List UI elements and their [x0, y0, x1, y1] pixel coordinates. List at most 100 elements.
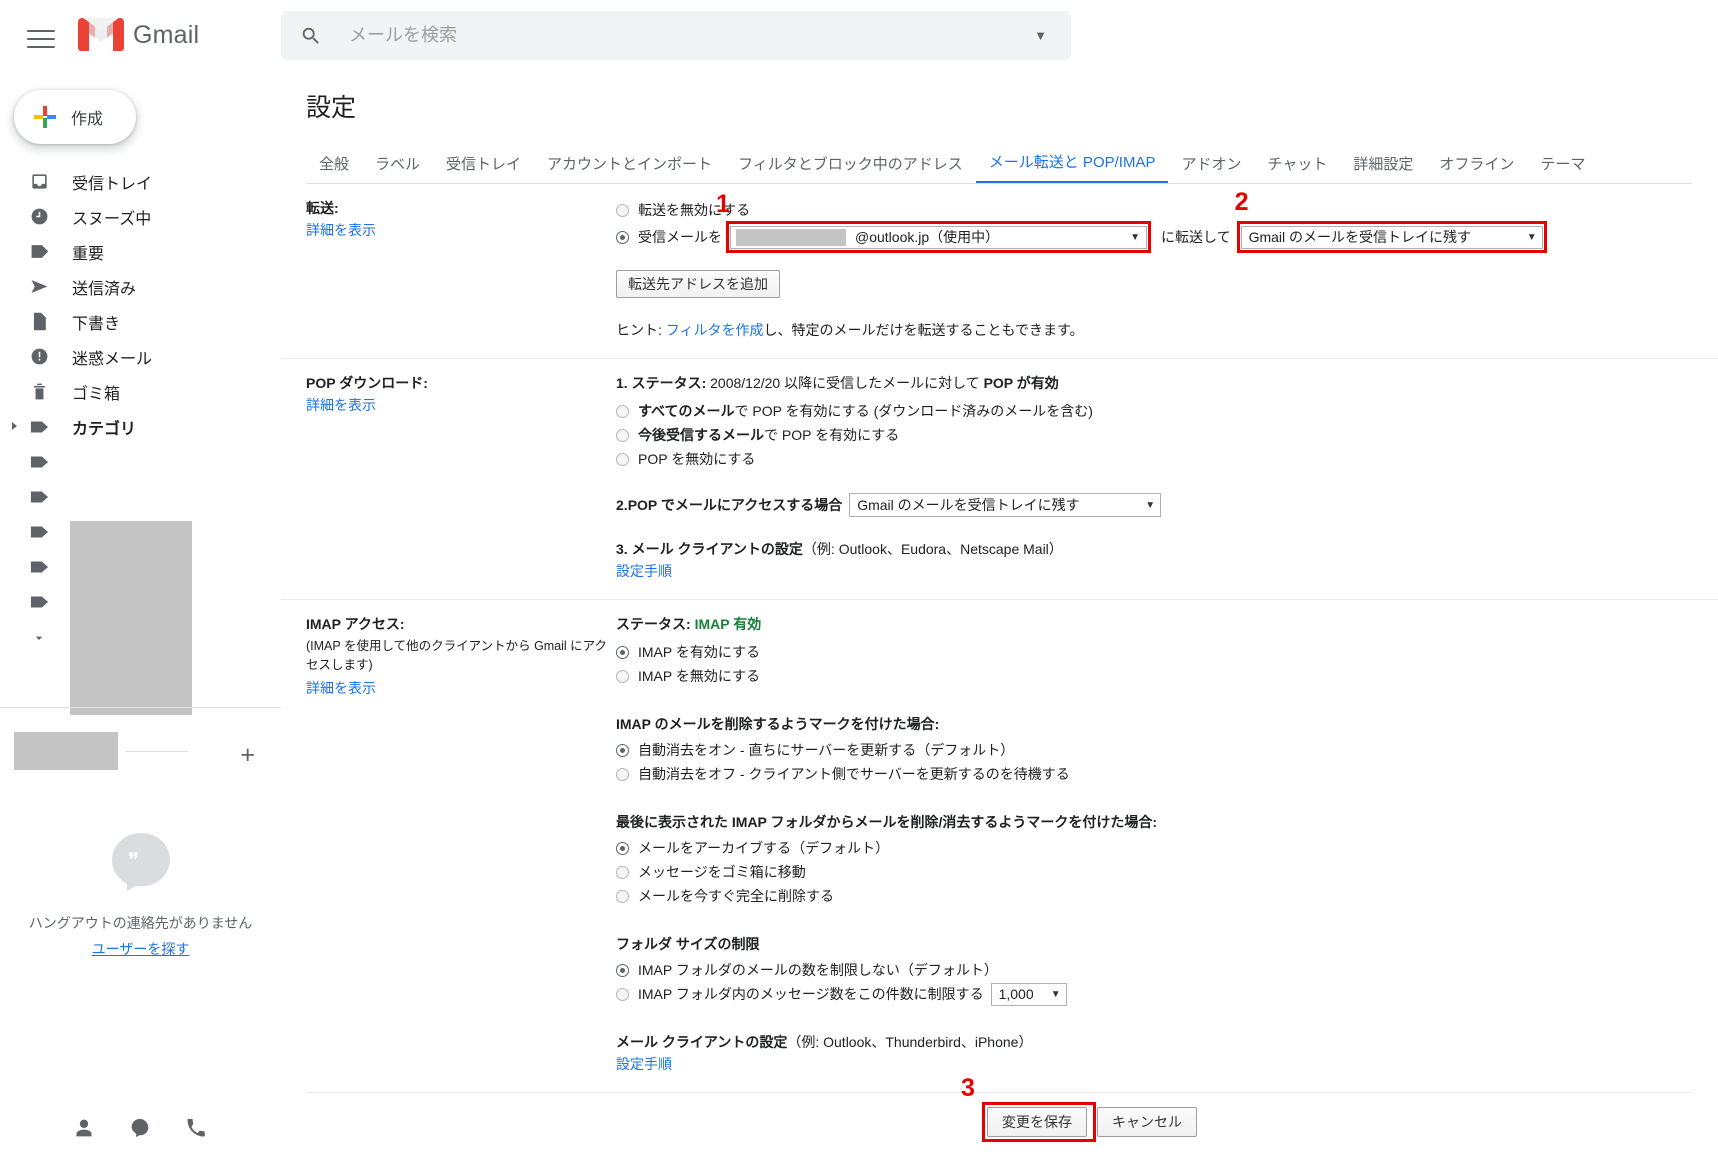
imap-enable-option[interactable]: IMAP を有効にする — [616, 640, 1718, 664]
imap-limit-option[interactable]: IMAP フォルダ内のメッセージ数をこの件数に制限する 1,000 ▼ — [616, 982, 1718, 1006]
radio-delete-immediately[interactable] — [616, 889, 629, 903]
hangouts-icon[interactable] — [130, 1118, 152, 1140]
radio-archive-mail[interactable] — [616, 841, 629, 855]
radio-folder-limit[interactable] — [616, 987, 629, 1001]
imap-section-label: IMAP アクセス: (IMAP を使用して他のクライアントから Gmail に… — [281, 600, 616, 1092]
sidebar-divider — [0, 707, 281, 708]
radio-autoexpunge-on[interactable] — [616, 743, 629, 757]
chevron-down-icon: ▼ — [1145, 499, 1156, 511]
tab-addons[interactable]: アドオン — [1168, 153, 1254, 183]
imap-delete-now-label: メールを今すぐ完全に削除する — [638, 888, 834, 904]
compose-button[interactable]: 作成 — [14, 90, 136, 144]
forwarding-action-select[interactable]: Gmail のメールを受信トレイに残す ▼ — [1240, 225, 1543, 249]
find-users-link[interactable]: ユーザーを探す — [0, 939, 281, 959]
tab-advanced[interactable]: 詳細設定 — [1340, 153, 1426, 183]
sidebar-item-important[interactable]: 重要 — [0, 234, 281, 269]
forwarding-details-link[interactable]: 詳細を表示 — [306, 220, 616, 240]
pop-access-select[interactable]: Gmail のメールを受信トレイに残す ▼ — [849, 493, 1162, 517]
radio-pop-all-mail[interactable] — [616, 404, 629, 418]
plus-icon[interactable]: + — [240, 741, 255, 770]
imap-details-link[interactable]: 詳細を表示 — [306, 678, 616, 698]
radio-imap-enable[interactable] — [616, 645, 629, 659]
tab-themes[interactable]: テーマ — [1527, 153, 1598, 183]
sidebar-item-label-redacted[interactable] — [0, 444, 281, 479]
tab-offline[interactable]: オフライン — [1426, 153, 1527, 183]
clock-icon — [26, 206, 52, 228]
pop-section: POP ダウンロード: 詳細を表示 1. ステータス: 2008/12/20 以… — [281, 358, 1718, 599]
radio-forwarding-enable[interactable] — [616, 230, 629, 244]
sidebar-item-spam[interactable]: 迷惑メール — [0, 339, 281, 374]
search-input[interactable] — [347, 24, 1035, 47]
tab-accounts-import[interactable]: アカウントとインポート — [534, 153, 725, 183]
imap-autoexpunge-on-option[interactable]: 自動消去をオン - 直ちにサーバーを更新する（デフォルト） — [616, 738, 1718, 762]
imap-disable-option[interactable]: IMAP を無効にする — [616, 664, 1718, 688]
imap-trash-option[interactable]: メッセージをゴミ箱に移動 — [616, 860, 1718, 884]
tab-general[interactable]: 全般 — [306, 153, 362, 183]
label-icon — [26, 416, 52, 438]
chevron-down-icon: ▼ — [1130, 231, 1140, 243]
imap-body: ステータス: IMAP 有効 IMAP を有効にする IMAP を無効にする I… — [616, 600, 1718, 1092]
add-forwarding-address-button[interactable]: 転送先アドレスを追加 — [616, 270, 780, 298]
expand-arrow-icon[interactable] — [12, 422, 17, 430]
sidebar-item-snoozed[interactable]: スヌーズ中 — [0, 199, 281, 234]
forwarding-disable-option[interactable]: 転送を無効にする — [616, 198, 1718, 222]
pop-option-disable[interactable]: POP を無効にする — [616, 447, 1718, 471]
hamburger-icon[interactable] — [27, 24, 55, 52]
forwarding-title: 転送: — [306, 200, 339, 216]
sidebar-item-trash[interactable]: ゴミ箱 — [0, 374, 281, 409]
sidebar-item-inbox[interactable]: 受信トレイ — [0, 164, 281, 199]
sidebar-item-categories[interactable]: カテゴリ — [0, 409, 281, 444]
radio-imap-disable[interactable] — [616, 669, 629, 683]
tab-filters-blocked[interactable]: フィルタとブロック中のアドレス — [725, 153, 976, 183]
pop-client-line: 3. メール クライアントの設定（例: Outlook、Eudora、Netsc… — [616, 539, 1718, 581]
radio-forwarding-disable[interactable] — [616, 203, 629, 217]
tab-forwarding-pop-imap[interactable]: メール転送と POP/IMAP — [975, 151, 1169, 183]
gmail-settings-page: Gmail ▼ 作成 — [0, 0, 1718, 1175]
pop-option-future[interactable]: 今後受信するメールで POP を有効にする — [616, 423, 1718, 447]
radio-no-folder-limit[interactable] — [616, 963, 629, 977]
sidebar-item-sent[interactable]: 送信済み — [0, 269, 281, 304]
imap-disable-label: IMAP を無効にする — [638, 668, 761, 684]
forwarding-disable-label: 転送を無効にする — [638, 202, 751, 218]
pop-status-line: 1. ステータス: 2008/12/20 以降に受信したメールに対して POP … — [616, 373, 1718, 393]
cancel-button[interactable]: キャンセル — [1097, 1107, 1197, 1137]
radio-autoexpunge-off[interactable] — [616, 767, 629, 781]
sidebar-item-label-redacted[interactable] — [0, 479, 281, 514]
pop-details-link[interactable]: 詳細を表示 — [306, 395, 616, 415]
hangouts-icon: ❞ — [108, 831, 174, 893]
gmail-logo[interactable]: Gmail — [78, 18, 199, 52]
radio-pop-future-mail[interactable] — [616, 428, 629, 442]
sidebar-item-label: 受信トレイ — [72, 175, 153, 193]
search-icon — [300, 25, 322, 47]
forwarding-address-value: @outlook.jp（使用中） — [855, 229, 1000, 245]
create-filter-link[interactable]: フィルタを作成 — [666, 322, 764, 338]
imap-archive-option[interactable]: メールをアーカイブする（デフォルト） — [616, 836, 1718, 860]
imap-autoexpunge-off-option[interactable]: 自動消去をオフ - クライアント側でサーバーを更新するのを待機する — [616, 762, 1718, 786]
imap-delete-now-option[interactable]: メールを今すぐ完全に削除する — [616, 884, 1718, 908]
chevron-down-icon[interactable]: ▼ — [1034, 28, 1047, 43]
radio-move-to-trash[interactable] — [616, 865, 629, 879]
tab-inbox[interactable]: 受信トレイ — [433, 153, 534, 183]
pop-option-disable-label: POP を無効にする — [638, 451, 756, 467]
search-bar[interactable]: ▼ — [281, 11, 1071, 60]
imap-folder-limit-select[interactable]: 1,000 ▼ — [990, 982, 1067, 1006]
pop-setup-instructions-link[interactable]: 設定手順 — [616, 561, 1718, 581]
pop-status-text: 2008/12/20 以降に受信したメールに対して — [706, 375, 984, 391]
imap-setup-instructions-link[interactable]: 設定手順 — [616, 1054, 1718, 1074]
tab-chat[interactable]: チャット — [1254, 153, 1340, 183]
imap-no-limit-option[interactable]: IMAP フォルダのメールの数を制限しない（デフォルト） — [616, 958, 1718, 982]
sidebar-item-drafts[interactable]: 下書き — [0, 304, 281, 339]
save-changes-button[interactable]: 変更を保存 — [987, 1107, 1087, 1137]
radio-pop-disable[interactable] — [616, 452, 629, 466]
forwarding-address-select[interactable]: @outlook.jp（使用中） ▼ — [730, 225, 1147, 249]
person-icon[interactable] — [74, 1118, 96, 1140]
sidebar-item-label: カテゴリ — [72, 420, 137, 438]
tab-labels[interactable]: ラベル — [362, 153, 433, 183]
label-icon — [26, 486, 52, 508]
hangouts-footer — [0, 1106, 281, 1152]
phone-icon[interactable] — [186, 1118, 208, 1140]
imap-client-line: メール クライアントの設定（例: Outlook、Thunderbird、iPh… — [616, 1032, 1718, 1074]
label-icon — [26, 521, 52, 543]
pop-body: 1. ステータス: 2008/12/20 以降に受信したメールに対して POP … — [616, 359, 1718, 599]
pop-option-all[interactable]: すべてのメールで POP を有効にする (ダウンロード済みのメールを含む) — [616, 399, 1718, 423]
